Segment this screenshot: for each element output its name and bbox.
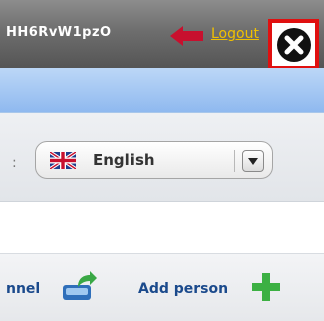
channel-upload-icon[interactable]: [60, 268, 98, 302]
logout-link[interactable]: Logout: [211, 26, 259, 42]
uk-flag-icon: [50, 152, 76, 169]
chevron-down-icon: [248, 157, 258, 165]
add-person-link[interactable]: Add person: [138, 281, 228, 297]
plus-icon[interactable]: [252, 273, 280, 301]
nav-bar: [0, 68, 324, 113]
select-divider: [234, 150, 235, 172]
close-button[interactable]: [268, 19, 319, 70]
left-arrow-icon[interactable]: [170, 25, 204, 47]
language-select[interactable]: English: [35, 141, 273, 179]
channel-link[interactable]: nnel: [6, 281, 40, 297]
language-label: :: [12, 155, 17, 171]
dropdown-button[interactable]: [242, 150, 264, 172]
close-icon: [276, 27, 311, 62]
username-label: HH6RvW1pzO: [6, 25, 112, 40]
language-value: English: [93, 151, 155, 169]
